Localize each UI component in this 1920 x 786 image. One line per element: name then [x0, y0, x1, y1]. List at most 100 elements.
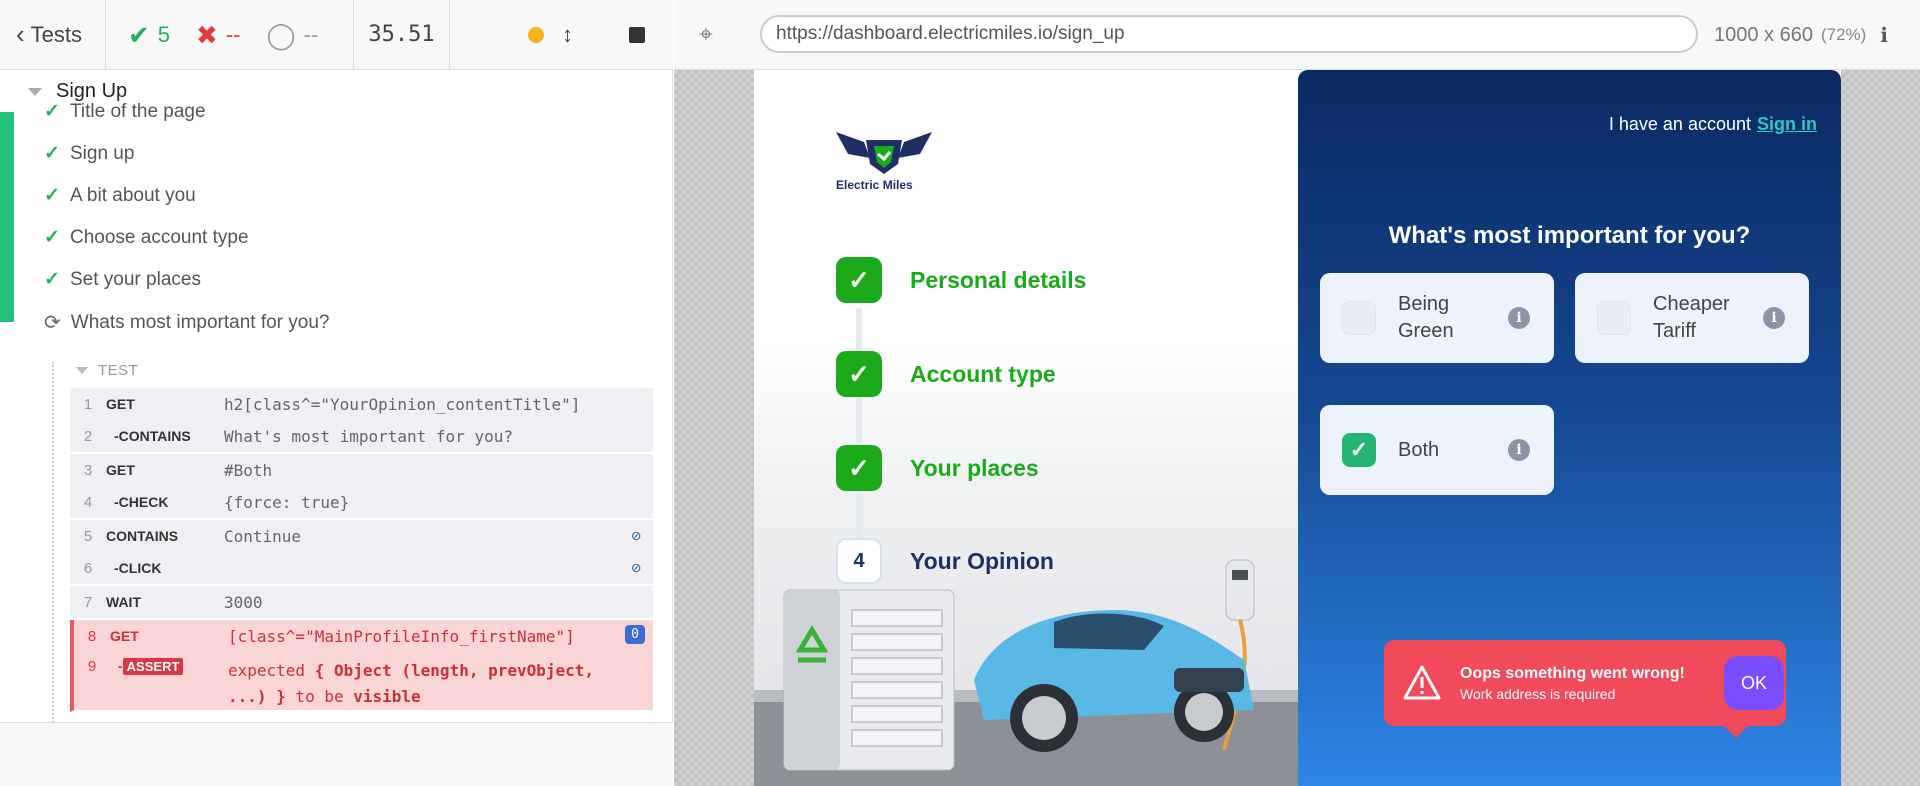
test-item[interactable]: ✓ Set your places: [44, 268, 201, 291]
option-cheaper-tariff[interactable]: Cheaper Tariff i: [1575, 273, 1809, 363]
url-bar[interactable]: https://dashboard.electricmiles.io/sign_…: [760, 15, 1698, 53]
info-icon[interactable]: i: [1508, 439, 1530, 461]
passed-stat[interactable]: ✔ 5: [128, 22, 170, 48]
command-message: What's most important for you?: [224, 426, 513, 446]
command-number: 4: [83, 493, 93, 511]
command-name: -CLICK: [114, 560, 162, 576]
step-account-type: ✓ Account type: [836, 351, 1056, 397]
pending-stat[interactable]: ◯ --: [267, 22, 319, 48]
command-message: h2[class^="YourOpinion_contentTitle"]: [224, 394, 581, 414]
spinner-icon: ⟳: [44, 312, 61, 334]
selector-playground-button[interactable]: ⌖: [674, 0, 738, 70]
command-row[interactable]: 6 -CLICK ⊘: [70, 552, 653, 584]
option-being-green[interactable]: Being Green i: [1320, 273, 1554, 363]
assert-expected: visible: [353, 687, 421, 706]
step-label: Account type: [910, 360, 1056, 387]
test-item-running[interactable]: ⟳ Whats most important for you?: [44, 310, 329, 335]
aut-header: ⌖ https://dashboard.electricmiles.io/sig…: [674, 0, 1920, 70]
command-row[interactable]: 1 GET h2[class^="YourOpinion_contentTitl…: [70, 388, 653, 420]
runner-controls: ↕: [450, 0, 673, 70]
option-both[interactable]: ✓ Both i: [1320, 405, 1554, 495]
info-icon[interactable]: i: [1508, 307, 1530, 329]
command-number: 9: [87, 658, 97, 675]
test-title: Set your places: [70, 268, 201, 290]
failed-count: --: [225, 21, 241, 47]
check-icon: ✓: [44, 185, 60, 206]
passed-indicator-bar: [0, 112, 14, 322]
command-name: GET: [106, 462, 135, 478]
checkbox-checked[interactable]: ✓: [1342, 433, 1376, 467]
sign-in-link[interactable]: Sign in: [1757, 114, 1817, 134]
command-group: 7 WAIT 3000: [70, 586, 653, 620]
check-icon: ✓: [44, 143, 60, 164]
command-message: Continue: [224, 526, 302, 546]
tests-button[interactable]: ‹ Tests: [0, 0, 106, 70]
step-label: Personal details: [910, 266, 1087, 293]
running-status-dot: [528, 26, 544, 43]
checkbox[interactable]: [1597, 301, 1631, 335]
eye-slash-icon: ⊘: [631, 558, 641, 577]
test-reporter: ‹ Tests ✔ 5 ✖ -- ◯ -- 35.51 ↕ Sign Up ✓ …: [0, 0, 673, 786]
collapse-triangle-icon: [28, 87, 42, 96]
test-item[interactable]: ✓ Title of the page: [44, 100, 206, 123]
command-row[interactable]: 5 CONTAINS Continue ⊘: [70, 520, 653, 552]
failed-stat[interactable]: ✖ --: [196, 22, 240, 48]
eye-slash-icon: ⊘: [631, 526, 641, 545]
command-group: 3 GET #Both 4 -CHECK {force: true}: [70, 454, 653, 520]
auto-scroll-icon[interactable]: ↕: [562, 22, 573, 48]
command-row[interactable]: 2 -CONTAINS What's most important for yo…: [70, 420, 653, 452]
have-account-label: I have an account: [1608, 114, 1751, 134]
command-name: -CHECK: [114, 494, 169, 510]
toast-title: Oops something went wrong!: [1460, 664, 1685, 682]
passed-count: 5: [157, 21, 171, 47]
step-personal-details: ✓ Personal details: [836, 257, 1086, 303]
command-message: expected { Object (length, prevObject, .…: [228, 658, 628, 710]
test-item[interactable]: ✓ Sign up: [44, 142, 134, 165]
viewport-size: 1000 x 660: [1714, 23, 1813, 46]
command-row-failed[interactable]: 9 - ASSERT expected { Object (length, pre…: [74, 652, 653, 710]
warning-icon: [1403, 665, 1441, 700]
assert-text: expected: [228, 661, 315, 680]
reporter-header: ‹ Tests ✔ 5 ✖ -- ◯ -- 35.51 ↕: [0, 0, 673, 70]
test-item[interactable]: ✓ A bit about you: [44, 184, 196, 207]
test-item[interactable]: ✓ Choose account type: [44, 226, 249, 249]
info-icon[interactable]: i: [1763, 307, 1785, 329]
collapse-triangle-icon: [76, 367, 88, 374]
check-icon: ✓: [44, 227, 60, 248]
command-row[interactable]: 7 WAIT 3000: [70, 586, 653, 618]
test-title: Title of the page: [70, 100, 206, 122]
test-stats: ✔ 5 ✖ -- ◯ --: [106, 0, 354, 70]
checkbox[interactable]: [1342, 301, 1376, 335]
test-title: Choose account type: [70, 226, 249, 248]
command-number: 2: [83, 427, 93, 445]
ok-button[interactable]: OK: [1724, 656, 1784, 710]
element-count-badge: 0: [625, 625, 645, 644]
viewport-scale: (72%): [1820, 25, 1867, 44]
command-name: CONTAINS: [106, 528, 179, 544]
command-number: 6: [83, 559, 93, 577]
check-icon: ✓: [44, 269, 60, 290]
toast-text: Oops something went wrong! Work address …: [1460, 665, 1685, 702]
command-row[interactable]: 4 -CHECK {force: true}: [70, 486, 653, 518]
stop-button[interactable]: [629, 26, 645, 43]
error-toast: Oops something went wrong! Work address …: [1384, 640, 1786, 739]
assert-text: to be: [285, 687, 354, 706]
signup-steps-panel: Electric Miles ✓ Personal details ✓ Acco…: [754, 70, 1298, 786]
command-list: 1 GET h2[class^="YourOpinion_contentTitl…: [70, 388, 653, 712]
toast-message: Work address is required: [1460, 685, 1616, 702]
test-section-header[interactable]: TEST: [76, 362, 138, 379]
app-viewport: Electric Miles ✓ Personal details ✓ Acco…: [754, 70, 1841, 786]
command-name-prefix: -: [118, 658, 123, 674]
viewport-info: 1000 x 660 (72%) ℹ: [1714, 0, 1888, 70]
tests-button-label: Tests: [30, 21, 83, 47]
command-row[interactable]: 3 GET #Both: [70, 454, 653, 486]
check-icon: ✓: [836, 257, 882, 303]
info-icon[interactable]: ℹ: [1880, 23, 1888, 48]
opinion-panel: I have an account Sign in What's most imp…: [1298, 70, 1841, 786]
chevron-left-icon: ‹: [16, 19, 25, 49]
command-message: [class^="MainProfileInfo_firstName"]: [228, 626, 575, 646]
command-row-failed[interactable]: 8 GET [class^="MainProfileInfo_firstName…: [74, 620, 653, 652]
command-group: 5 CONTAINS Continue ⊘ 6 -CLICK ⊘: [70, 520, 653, 586]
assert-tag: ASSERT: [122, 658, 184, 675]
test-title: Sign up: [70, 142, 135, 164]
